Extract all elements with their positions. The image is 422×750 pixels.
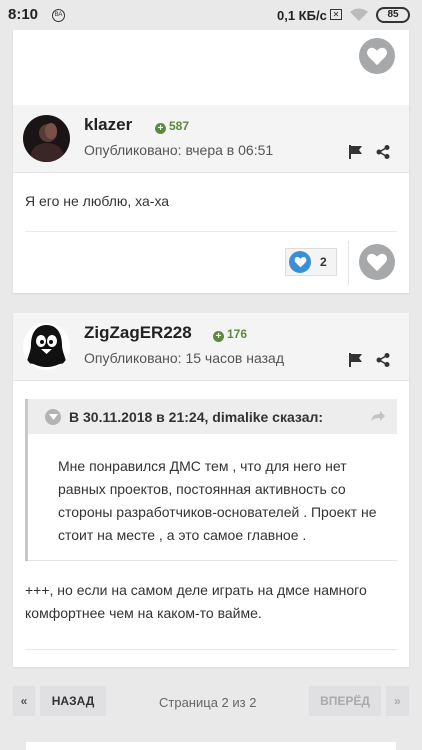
plus-icon: + [155,123,166,134]
published-date: Опубликовано: 15 часов назад [84,350,284,366]
post-header: ZigZagER228 +176 Опубликовано: 15 часов … [13,313,409,381]
previous-post-card [13,30,409,110]
flag-icon[interactable] [349,145,363,159]
post-header: klazer +587 Опубликовано: вчера в 06:51 [13,105,409,173]
reputation-badge: +587 [155,119,189,134]
quote-block: В 30.11.2018 в 21:24, dimalike сказал: М… [25,399,397,561]
pagination: « НАЗАД Страница 2 из 2 ВПЕРЁД » [13,686,409,716]
prev-page-button[interactable]: НАЗАД [40,686,106,716]
quote-text: Мне понравился ДМС тем , что для него не… [58,458,377,543]
heart-icon [367,253,387,272]
like-heart-button[interactable] [359,244,395,280]
reaction-count: 2 [320,255,327,269]
status-bar: 8:10 ВА 0,1 КБ/с ✕ 85 [0,0,422,30]
collapse-chevron-icon[interactable] [45,409,61,425]
next-page-button[interactable]: ВПЕРЁД [309,686,381,716]
plus-icon: + [213,331,224,342]
reputation-count: 587 [169,119,190,133]
network-speed: 0,1 КБ/с [277,8,327,23]
data-off-icon: ✕ [330,9,342,20]
published-date: Опубликовано: вчера в 06:51 [84,142,274,158]
post-body: Я его не люблю, ха-ха [25,193,170,209]
post-card: klazer +587 Опубликовано: вчера в 06:51 … [13,105,409,293]
share-icon[interactable] [376,145,390,159]
reply-box-edge [26,742,396,750]
username[interactable]: ZigZagER228 [84,323,192,343]
notification-badge-icon: ВА [52,9,65,22]
wifi-icon [350,8,368,21]
reaction-separator [348,241,349,285]
last-page-button[interactable]: » [386,686,409,716]
page-indicator: Страница 2 из 2 [159,695,257,710]
post-divider [25,231,397,232]
status-time: 8:10 [8,6,39,23]
reaction-summary[interactable]: 2 [285,248,337,276]
first-page-button[interactable]: « [13,686,35,716]
flag-icon[interactable] [349,353,363,367]
avatar[interactable] [23,323,70,370]
heart-icon [367,47,387,66]
post-card: ZigZagER228 +176 Опубликовано: 15 часов … [13,313,409,667]
reputation-count: 176 [227,327,248,341]
like-heart-button[interactable] [359,38,395,74]
heart-reaction-icon [289,251,311,273]
battery-indicator: 85 [376,7,410,23]
reputation-badge: +176 [213,327,247,342]
post-divider [25,649,397,650]
quote-divider [28,560,397,561]
quote-header: В 30.11.2018 в 21:24, dimalike сказал: [28,399,397,434]
go-to-quote-icon[interactable] [370,410,386,422]
username[interactable]: klazer [84,115,132,135]
avatar[interactable] [23,115,70,162]
quote-title: В 30.11.2018 в 21:24, dimalike сказал: [69,409,324,425]
post-body: +++, но если на самом деле играть на дмс… [25,582,367,621]
share-icon[interactable] [376,353,390,367]
